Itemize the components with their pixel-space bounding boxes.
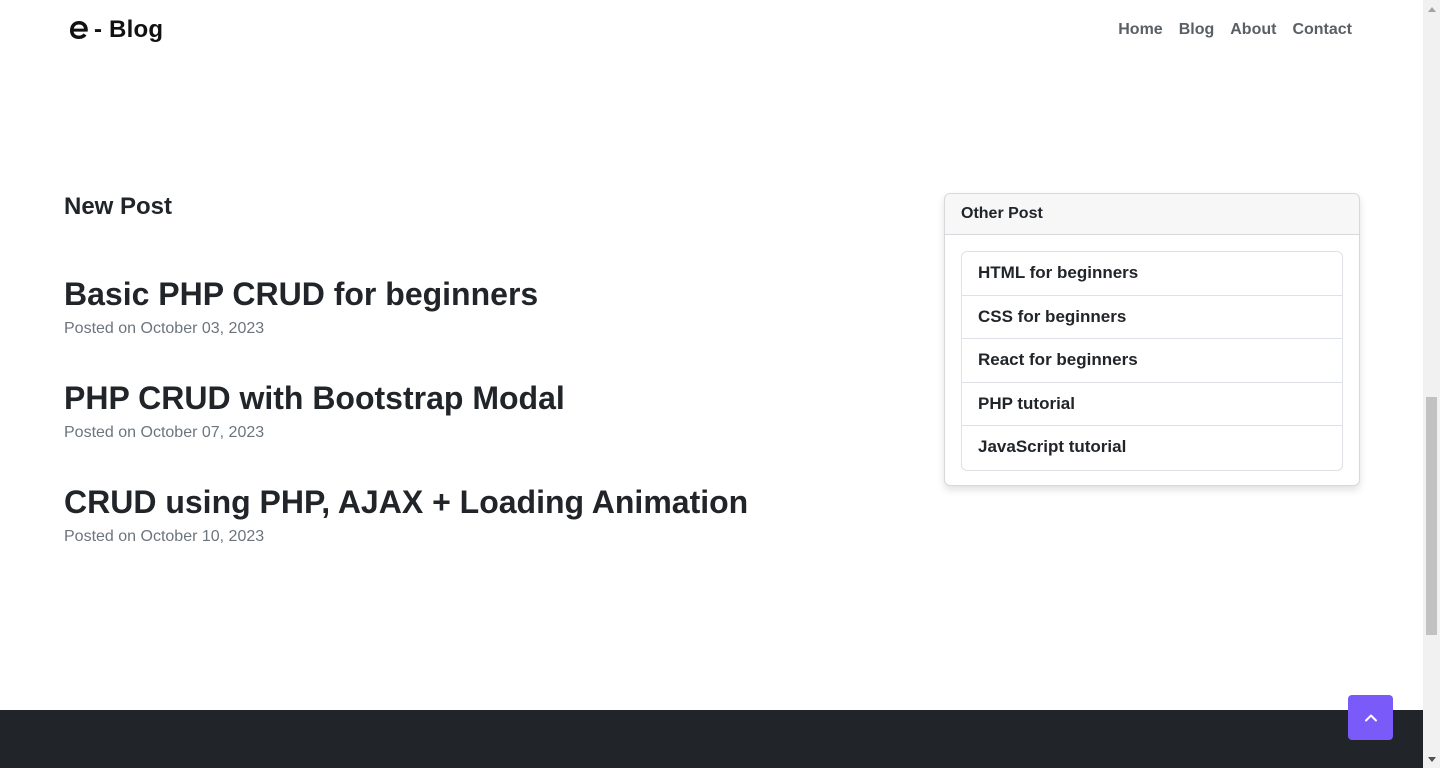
scroll-up-arrow-icon[interactable] — [1423, 0, 1440, 17]
list-item[interactable]: CSS for beginners — [962, 296, 1342, 339]
other-post-list: HTML for beginners CSS for beginners Rea… — [961, 251, 1343, 471]
post-title[interactable]: PHP CRUD with Bootstrap Modal — [64, 378, 565, 418]
list-item[interactable]: JavaScript tutorial — [962, 426, 1342, 470]
other-post-card: Other Post HTML for beginners CSS for be… — [944, 193, 1360, 486]
nav-links: Home Blog About Contact — [1118, 21, 1352, 39]
page: - Blog Home Blog About Contact New Post … — [0, 0, 1423, 768]
list-item[interactable]: PHP tutorial — [962, 383, 1342, 426]
post-item: CRUD using PHP, AJAX + Loading Animation… — [64, 482, 748, 548]
post-title[interactable]: CRUD using PHP, AJAX + Loading Animation — [64, 482, 748, 522]
scroll-down-arrow-icon[interactable] — [1423, 751, 1440, 768]
post-item: PHP CRUD with Bootstrap Modal Posted on … — [64, 378, 565, 444]
card-header: Other Post — [945, 194, 1359, 235]
nav-link-home[interactable]: Home — [1118, 21, 1162, 39]
vertical-scrollbar[interactable] — [1423, 0, 1440, 768]
main-content: New Post Basic PHP CRUD for beginners Po… — [64, 192, 904, 545]
footer — [0, 710, 1423, 768]
logo-icon — [70, 21, 88, 39]
list-item[interactable]: React for beginners — [962, 339, 1342, 383]
list-item[interactable]: HTML for beginners — [962, 252, 1342, 296]
post-title[interactable]: Basic PHP CRUD for beginners — [64, 274, 538, 314]
post-item: Basic PHP CRUD for beginners Posted on O… — [64, 274, 538, 340]
nav-link-blog[interactable]: Blog — [1179, 21, 1215, 39]
brand-text: - Blog — [94, 16, 164, 43]
nav-link-about[interactable]: About — [1230, 21, 1276, 39]
post-meta: Posted on October 10, 2023 — [64, 528, 265, 545]
post-meta: Posted on October 03, 2023 — [64, 320, 265, 337]
back-to-top-button[interactable] — [1348, 695, 1393, 740]
scrollbar-thumb[interactable] — [1426, 397, 1437, 635]
post-meta: Posted on October 07, 2023 — [64, 424, 265, 441]
brand-link[interactable]: - Blog — [68, 16, 163, 44]
chevron-up-icon — [1364, 714, 1377, 721]
navbar: - Blog Home Blog About Contact — [0, 0, 1423, 64]
section-title: New Post — [64, 193, 173, 220]
nav-link-contact[interactable]: Contact — [1292, 21, 1352, 39]
